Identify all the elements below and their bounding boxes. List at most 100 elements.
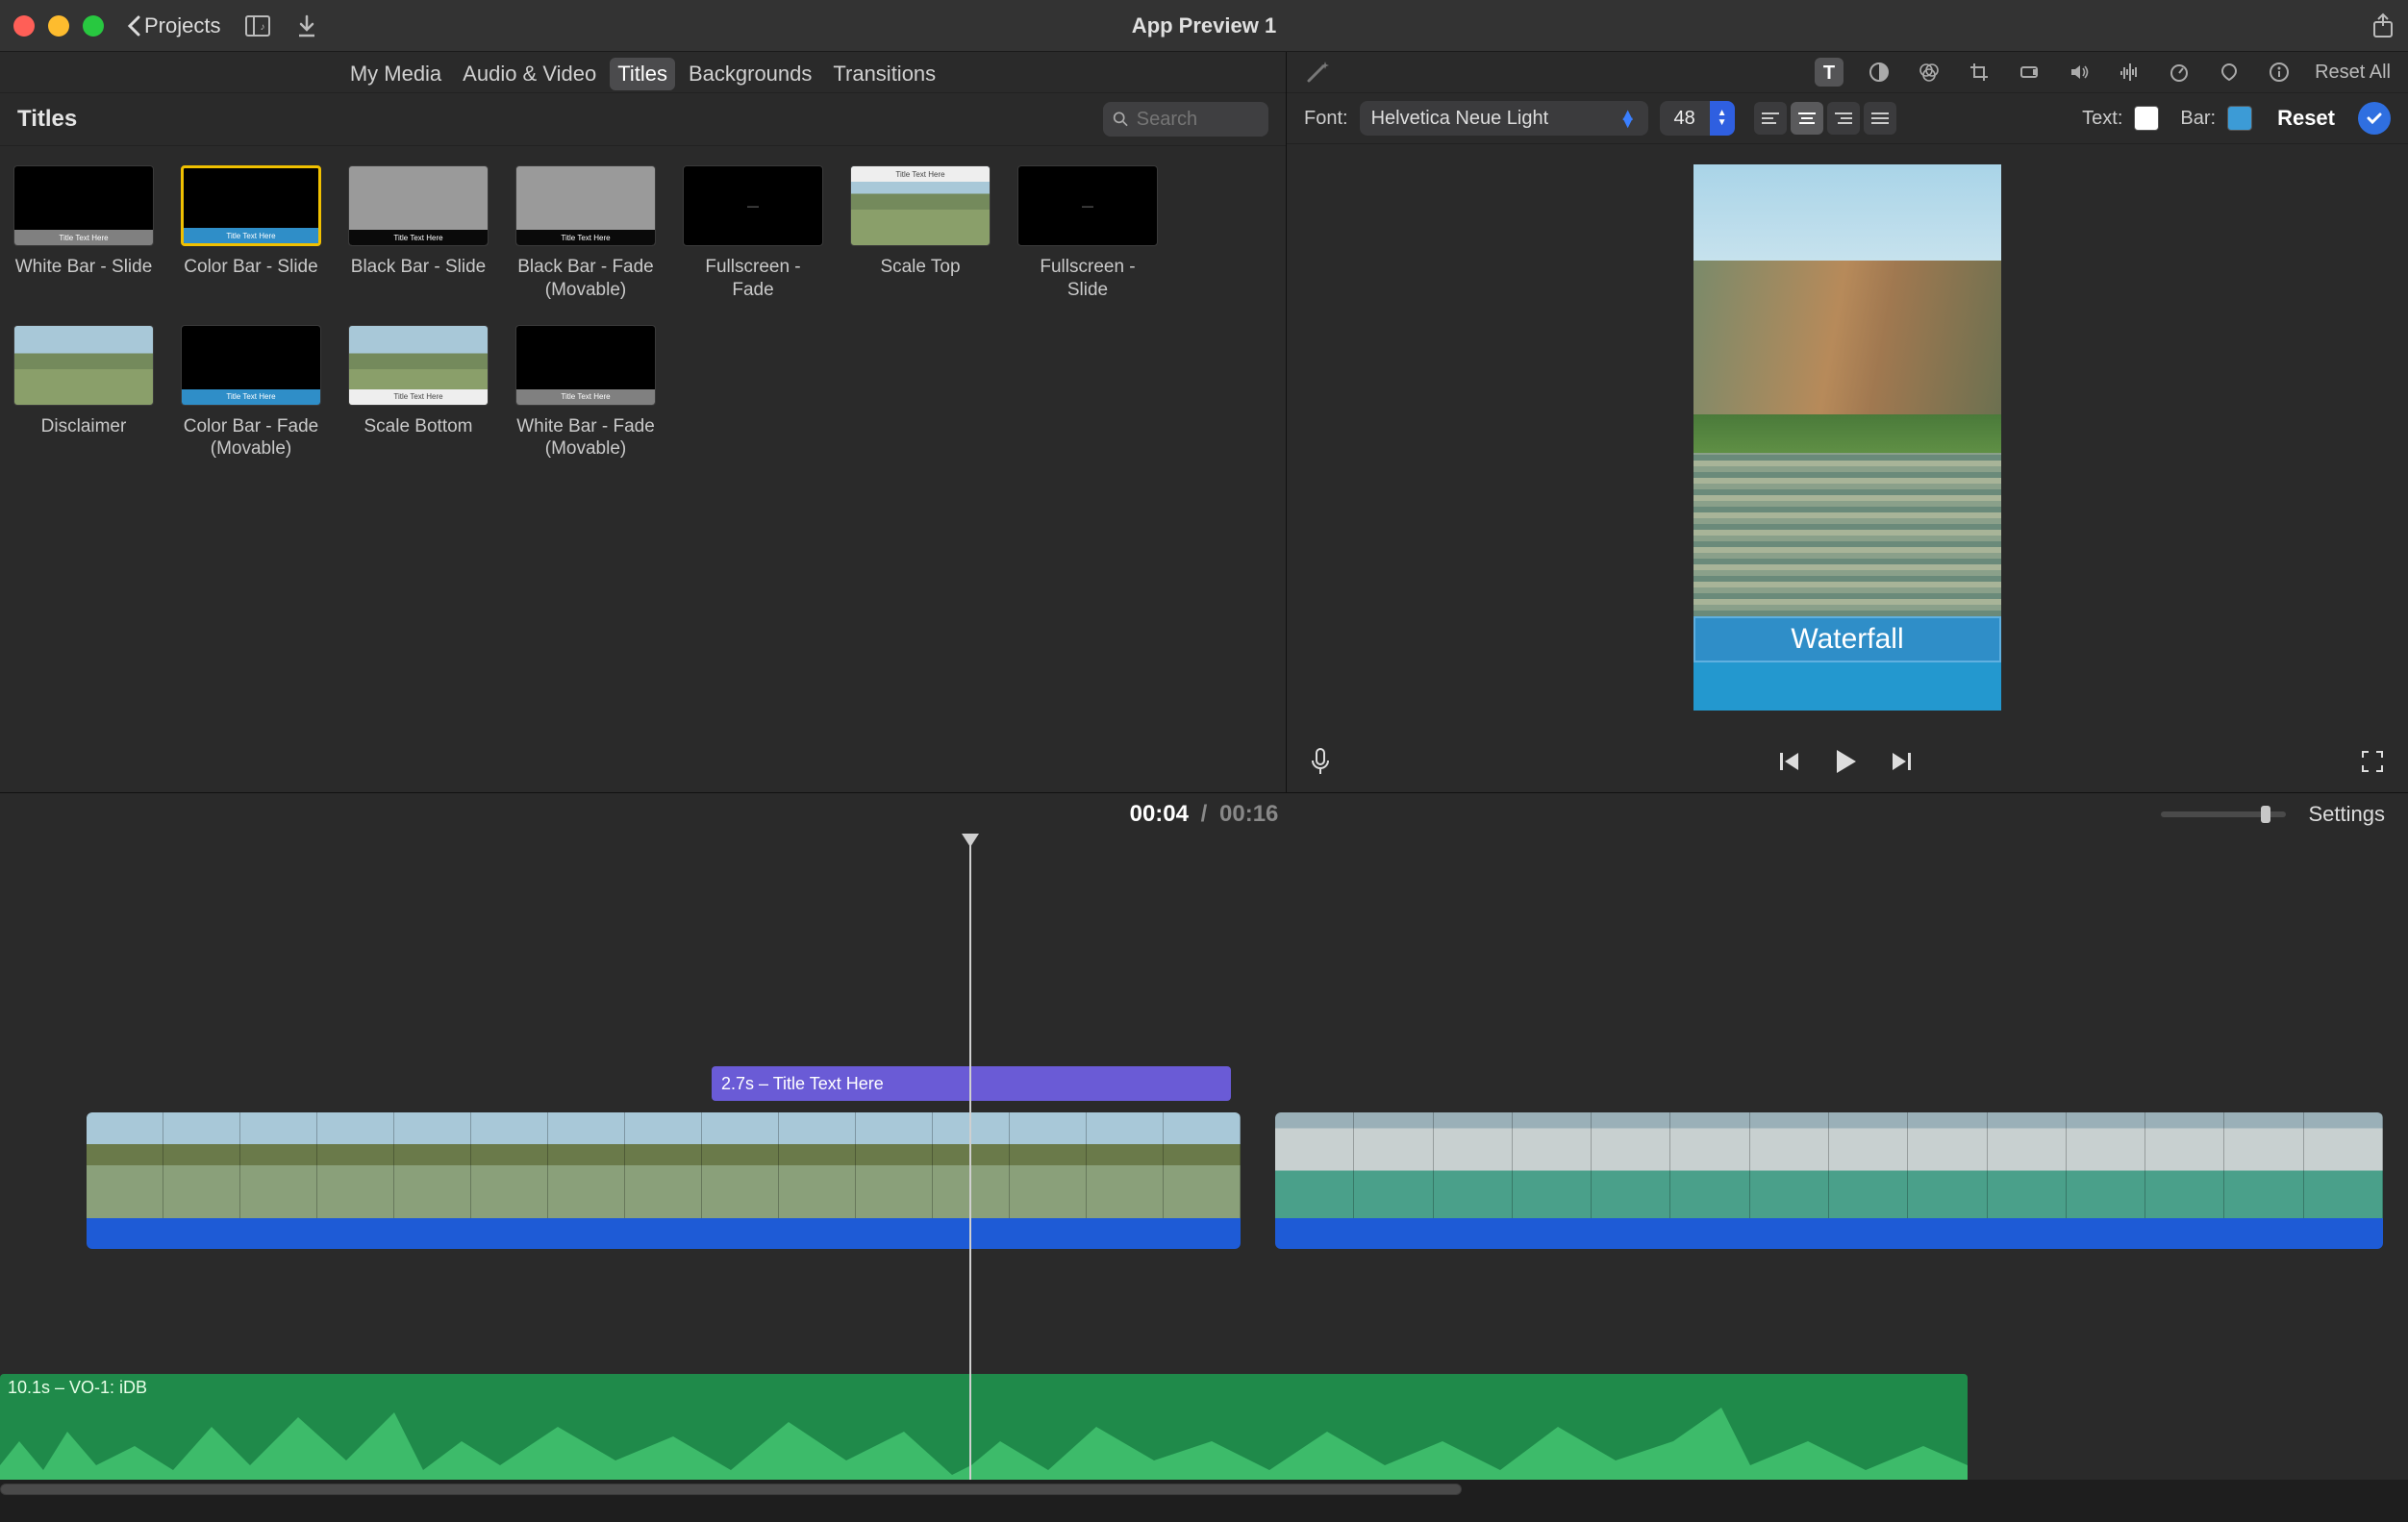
title-caption: Black Bar - Slide: [351, 256, 486, 279]
fullscreen-icon[interactable]: [2360, 749, 2385, 774]
stabilization-icon[interactable]: [2015, 58, 2044, 87]
title-item[interactable]: Title Text Here Scale Bottom: [348, 325, 489, 462]
timeline-settings-button[interactable]: Settings: [2309, 802, 2386, 827]
title-thumb[interactable]: Title Text Here: [348, 165, 489, 246]
title-item[interactable]: —Fullscreen - Fade: [683, 165, 823, 302]
playhead[interactable]: [969, 836, 971, 1480]
tab-my-media[interactable]: My Media: [342, 58, 449, 90]
search-input[interactable]: [1137, 109, 1259, 131]
back-label[interactable]: Projects: [144, 13, 220, 38]
title-thumb[interactable]: [13, 325, 154, 406]
import-icon[interactable]: [297, 14, 316, 37]
share-icon[interactable]: [2371, 12, 2395, 39]
magic-wand-icon[interactable]: [1304, 59, 1331, 86]
title-item[interactable]: Title Text HereWhite Bar - Fade (Movable…: [515, 325, 656, 462]
title-thumb[interactable]: Title Text Here: [850, 165, 991, 246]
font-select[interactable]: Helvetica Neue Light ▲▼: [1360, 101, 1648, 136]
chevron-updown-icon: ▲▼: [1619, 111, 1637, 126]
voiceover-clip[interactable]: 10.1s – VO-1: iDB: [0, 1374, 1968, 1489]
align-right-button[interactable]: [1827, 102, 1860, 135]
info-icon[interactable]: [2265, 58, 2294, 87]
library-toggle-icon[interactable]: ♪: [245, 15, 270, 37]
zoom-slider-knob[interactable]: [2261, 806, 2270, 823]
next-frame-button[interactable]: [1889, 749, 1914, 774]
title-inspector-icon[interactable]: T: [1815, 58, 1844, 87]
microphone-icon[interactable]: [1310, 747, 1331, 776]
check-icon: [2366, 110, 2383, 127]
reset-button[interactable]: Reset: [2277, 106, 2335, 131]
document-title: App Preview 1: [1132, 13, 1276, 38]
preview-canvas: Waterfall: [1287, 144, 2408, 731]
prev-frame-button[interactable]: [1777, 749, 1802, 774]
tab-audio-video[interactable]: Audio & Video: [455, 58, 604, 90]
title-bar-overlay[interactable]: Waterfall: [1693, 616, 2001, 662]
speed-icon[interactable]: [2165, 58, 2194, 87]
bar-color-label: Bar:: [2180, 108, 2216, 130]
color-balance-icon[interactable]: [1865, 58, 1894, 87]
timeline-body[interactable]: 2.7s – Title Text Here 10.1s – VO-1: iDB: [0, 836, 2408, 1499]
title-thumb[interactable]: Title Text Here: [13, 165, 154, 246]
volume-icon[interactable]: [2065, 58, 2094, 87]
search-field[interactable]: [1103, 102, 1268, 137]
title-item[interactable]: —Fullscreen - Slide: [1017, 165, 1158, 302]
title-thumb[interactable]: Title Text Here: [181, 325, 321, 406]
zoom-slider[interactable]: [2161, 811, 2286, 817]
title-item[interactable]: Disclaimer: [13, 325, 154, 462]
apply-check-button[interactable]: [2358, 102, 2391, 135]
font-size-field[interactable]: 48: [1660, 101, 1710, 136]
timecode-current: 00:04: [1130, 801, 1189, 827]
title-caption: Color Bar - Slide: [184, 256, 317, 279]
font-size-stepper[interactable]: ▲▼: [1710, 101, 1735, 136]
svg-text:♪: ♪: [261, 22, 265, 33]
viewer-panel: T Reset All Font: Helvetica Neue Light ▲…: [1287, 52, 2408, 792]
tab-backgrounds[interactable]: Backgrounds: [681, 58, 819, 90]
text-color-swatch[interactable]: [2134, 106, 2159, 131]
tab-titles[interactable]: Titles: [610, 58, 675, 90]
reset-all-button[interactable]: Reset All: [2315, 62, 2391, 84]
voiceover-clip-label: 10.1s – VO-1: iDB: [8, 1378, 147, 1398]
svg-text:T: T: [1823, 62, 1835, 83]
window-close-button[interactable]: [13, 15, 35, 37]
tab-transitions[interactable]: Transitions: [825, 58, 943, 90]
title-thumb[interactable]: —: [683, 165, 823, 246]
video-clip-2[interactable]: [1275, 1112, 2383, 1249]
media-tabs: My Media Audio & Video Titles Background…: [0, 52, 1286, 92]
bar-color-swatch[interactable]: [2227, 106, 2252, 131]
title-caption: Scale Bottom: [364, 415, 473, 438]
play-button[interactable]: [1831, 747, 1860, 776]
noise-reduction-icon[interactable]: [2115, 58, 2144, 87]
media-browser: My Media Audio & Video Titles Background…: [0, 52, 1287, 792]
timecode-duration: 00:16: [1219, 801, 1278, 827]
title-item[interactable]: Title Text Here Color Bar - Fade (Movable…: [181, 325, 321, 462]
horizontal-scrollbar[interactable]: [0, 1480, 2408, 1499]
title-clip[interactable]: 2.7s – Title Text Here: [712, 1066, 1231, 1101]
title-item[interactable]: Title Text Here Black Bar - Slide: [348, 165, 489, 302]
title-thumb[interactable]: —: [1017, 165, 1158, 246]
title-thumb[interactable]: Title Text Here: [515, 325, 656, 406]
title-item[interactable]: Title Text Here Scale Top: [850, 165, 991, 302]
title-item[interactable]: Title Text HereWhite Bar - Slide: [13, 165, 154, 302]
align-center-button[interactable]: [1791, 102, 1823, 135]
text-color-label: Text:: [2082, 108, 2122, 130]
align-left-button[interactable]: [1754, 102, 1787, 135]
window-minimize-button[interactable]: [48, 15, 69, 37]
color-correction-icon[interactable]: [1915, 58, 1944, 87]
clip-filter-icon[interactable]: [2215, 58, 2244, 87]
title-thumb[interactable]: Title Text Here: [515, 165, 656, 246]
title-thumb[interactable]: Title Text Here: [348, 325, 489, 406]
title-caption: Color Bar - Fade (Movable): [181, 415, 321, 462]
title-caption: Scale Top: [880, 256, 960, 279]
back-chevron-icon[interactable]: [127, 15, 140, 37]
scrollbar-thumb[interactable]: [0, 1484, 1462, 1495]
title-thumb[interactable]: Title Text Here: [181, 165, 321, 246]
window-traffic-lights: [13, 15, 104, 37]
title-item[interactable]: Title Text HereBlack Bar - Fade (Movable…: [515, 165, 656, 302]
titles-grid: Title Text HereWhite Bar - SlideTitle Te…: [0, 146, 1286, 480]
title-item[interactable]: Title Text Here Color Bar - Slide: [181, 165, 321, 302]
timeline-header: 00:04 / 00:16 Settings: [0, 793, 2408, 836]
align-justify-button[interactable]: [1864, 102, 1896, 135]
window-zoom-button[interactable]: [83, 15, 104, 37]
video-clip-1[interactable]: [87, 1112, 1241, 1249]
crop-icon[interactable]: [1965, 58, 1994, 87]
preview-frame[interactable]: Waterfall: [1693, 164, 2001, 711]
